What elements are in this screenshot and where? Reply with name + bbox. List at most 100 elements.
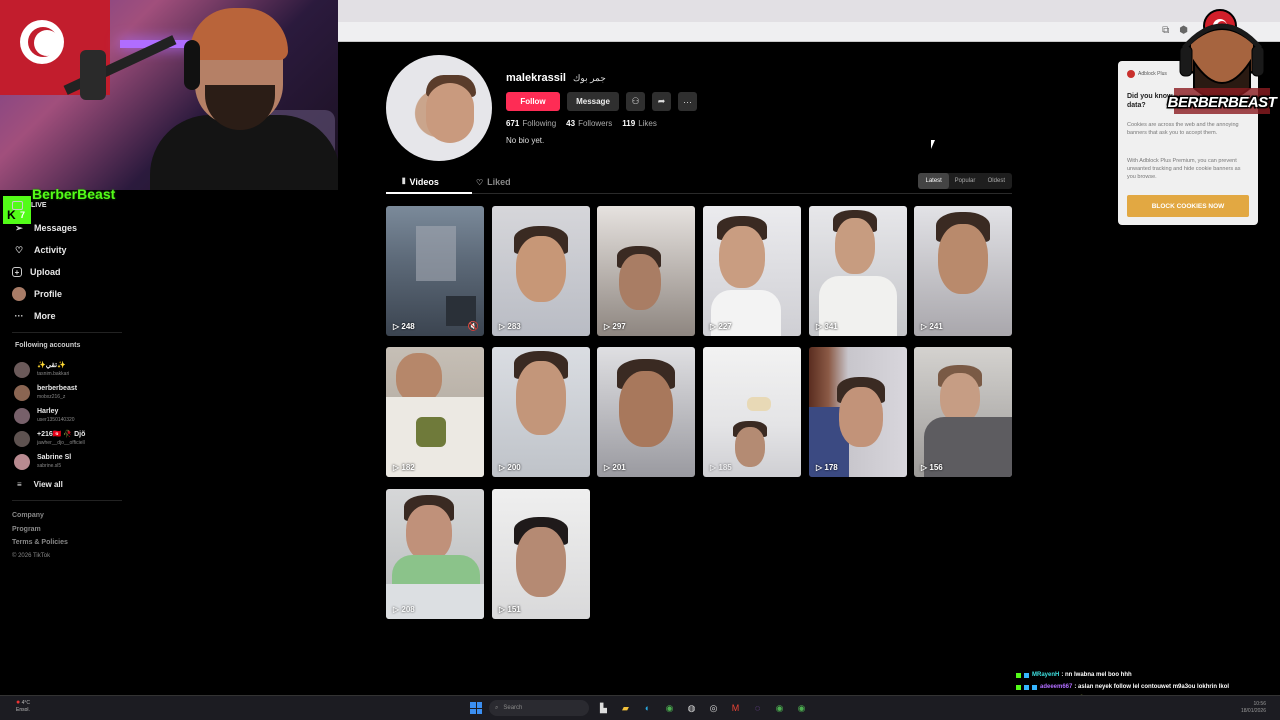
system-clock[interactable]: 10:56 18/01/2026 <box>1241 701 1266 715</box>
profile-avatar[interactable] <box>386 55 492 161</box>
video-thumbnail[interactable]: ▷ 341 <box>809 206 907 336</box>
profile-bio: No bio yet. <box>506 136 545 145</box>
video-thumbnail[interactable]: ▷ 283 <box>492 206 590 336</box>
tab-videos[interactable]: ⦀ Videos <box>402 177 439 187</box>
more-options-button[interactable]: ··· <box>678 92 697 111</box>
footer-link-terms[interactable]: Terms & Policies <box>12 536 68 550</box>
chat-message: MRayenH : nn lwabna mel boo hhh <box>1016 669 1280 681</box>
sidebar-item-upload[interactable]: + Upload <box>12 261 122 283</box>
video-thumbnail[interactable]: ▷ 178 <box>809 347 907 477</box>
taskbar-search[interactable]: ⌕ Search <box>489 700 589 716</box>
chrome-icon[interactable]: ◉ <box>662 701 677 716</box>
mute-icon[interactable]: 🔇 <box>468 321 479 332</box>
stat-following[interactable]: 671 Following <box>506 119 556 128</box>
sub-badge-icon <box>1024 684 1029 690</box>
sub-badge-icon <box>1032 684 1037 690</box>
following-account[interactable]: berberbeast mobxz216_z <box>14 381 124 404</box>
gmail-icon[interactable]: M <box>728 701 743 716</box>
profile-display-name: جمر بوك <box>573 73 606 83</box>
stat-followers[interactable]: 43 Followers <box>566 119 612 128</box>
share-button[interactable]: ➦ <box>652 92 671 111</box>
video-view-count: ▷ 178 <box>816 463 838 472</box>
streamer-beanie <box>190 8 288 60</box>
chrome-icon[interactable]: ◉ <box>794 701 809 716</box>
sort-oldest[interactable]: Oldest <box>981 173 1012 189</box>
edge-icon[interactable]: ◐ <box>640 701 655 716</box>
messenger-icon[interactable]: ◌ <box>750 701 765 716</box>
sidebar-item-activity[interactable]: ♡ Activity <box>12 239 122 261</box>
following-account[interactable]: +216🇹🇳 🥀 Djõ jawher__djo__officiell <box>14 427 124 450</box>
video-view-count: ▷ 241 <box>921 322 943 331</box>
sidebar-item-messages[interactable]: ➢ Messages <box>12 217 122 239</box>
video-thumbnail[interactable]: ▷ 182 <box>386 347 484 477</box>
video-view-count: ▷ 248 <box>393 322 415 331</box>
footer-link-company[interactable]: Company <box>12 509 68 523</box>
video-thumbnail[interactable]: ▷ 185 <box>703 347 801 477</box>
add-friend-button[interactable]: ⚇ <box>626 92 645 111</box>
message-icon: ➢ <box>15 222 23 233</box>
sidebar-item-profile[interactable]: Profile <box>12 283 122 305</box>
following-account[interactable]: Harley user1350140320 <box>14 404 124 427</box>
sidebar-item-more[interactable]: ··· More <box>12 305 122 327</box>
profile-username: malekrassil <box>506 72 566 84</box>
message-button[interactable]: Message <box>567 92 619 111</box>
following-account[interactable]: ✨تقي✨ tasnim.bakkari <box>14 358 124 381</box>
following-title: Following accounts <box>15 342 81 349</box>
more-icon: ··· <box>14 311 24 321</box>
file-explorer-icon[interactable]: ▰ <box>618 701 633 716</box>
berberbeast-logo-text: BERBERBEAST <box>1167 94 1277 111</box>
tab-liked[interactable]: ♡ Liked <box>476 177 511 187</box>
video-thumbnail[interactable]: ▷ 208 <box>386 489 484 619</box>
video-view-count: ▷ 201 <box>604 463 626 472</box>
avatar <box>14 361 30 378</box>
video-thumbnail[interactable]: ▷ 248 🔇 <box>386 206 484 336</box>
kick-badge-icon <box>1016 672 1021 678</box>
weather-widget[interactable]: ● 4°C Ensol. <box>16 699 30 714</box>
view-all-link[interactable]: ≡ View all <box>17 475 124 493</box>
sort-latest[interactable]: Latest <box>918 173 950 189</box>
browser-address-bar[interactable] <box>338 22 1280 42</box>
video-thumbnail[interactable]: ▷ 297 <box>597 206 695 336</box>
chat-message: adeeem667 : aslan neyek follow lel conto… <box>1016 681 1280 693</box>
task-view-icon[interactable]: ▙ <box>596 701 611 716</box>
video-view-count: ▷ 200 <box>499 463 521 472</box>
divider <box>12 500 122 501</box>
grid-icon: ⦀ <box>402 177 406 186</box>
obs-icon[interactable]: ◎ <box>706 701 721 716</box>
active-tab-indicator <box>386 192 472 194</box>
video-view-count: ▷ 227 <box>710 322 732 331</box>
video-view-count: ▷ 182 <box>393 463 415 472</box>
profile-stats: 671 Following 43 Followers 119 Likes <box>506 119 657 128</box>
video-thumbnail[interactable]: ▷ 200 <box>492 347 590 477</box>
sidebar-item-live[interactable]: LIVE <box>12 200 122 211</box>
sidebar-nav: LIVE ➢ Messages ♡ Activity + Upload Prof… <box>12 200 122 327</box>
sort-popular[interactable]: Popular <box>949 173 980 189</box>
mouse-cursor <box>931 140 935 149</box>
search-icon: ⌕ <box>495 704 499 711</box>
video-thumbnail[interactable]: ▷ 201 <box>597 347 695 477</box>
screen: ⧉ ⬢ BerberBeast K 7 LIVE ➢ Messages ♡ Ac… <box>0 0 1280 720</box>
webcam-overlay <box>0 0 338 190</box>
share-icon: ➦ <box>657 96 666 106</box>
taskbar-apps: ⌕ Search ▙ ▰ ◐ ◉ ◍ ◎ M ◌ ◉ ◉ <box>470 700 809 716</box>
steam-icon[interactable]: ◍ <box>684 701 699 716</box>
video-thumbnail[interactable]: ▷ 227 <box>703 206 801 336</box>
block-cookies-button[interactable]: BLOCK COOKIES NOW <box>1127 195 1249 217</box>
plus-square-icon: + <box>12 267 22 277</box>
chrome-icon[interactable]: ◉ <box>772 701 787 716</box>
following-account[interactable]: Sabrine Sl sabrine.sl5 <box>14 450 124 473</box>
follow-button[interactable]: Follow <box>506 92 560 111</box>
windows-start-icon[interactable] <box>470 702 482 714</box>
video-view-count: ▷ 297 <box>604 322 626 331</box>
video-thumbnail[interactable]: ▷ 156 <box>914 347 1012 477</box>
video-thumbnail[interactable]: ▷ 151 <box>492 489 590 619</box>
video-view-count: ▷ 156 <box>921 463 943 472</box>
video-view-count: ▷ 283 <box>499 322 521 331</box>
avatar <box>14 430 30 447</box>
video-view-count: ▷ 208 <box>393 605 415 614</box>
footer-link-program[interactable]: Program <box>12 523 68 537</box>
footer-links: Company Program Terms & Policies © 2026 … <box>12 509 68 563</box>
headset <box>184 40 200 90</box>
video-thumbnail[interactable]: ▷ 241 <box>914 206 1012 336</box>
weather-icon: ● <box>16 699 21 706</box>
